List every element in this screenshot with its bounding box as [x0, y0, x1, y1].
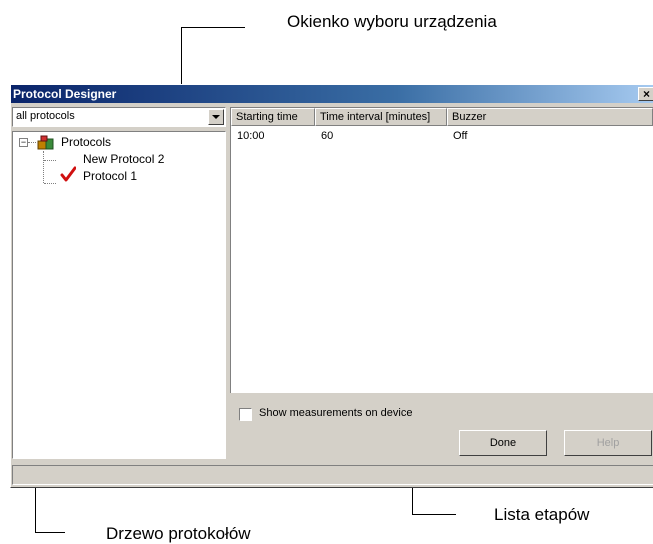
- cell-buzzer[interactable]: Off: [453, 130, 467, 142]
- show-measurements-checkbox[interactable]: [239, 408, 252, 421]
- callout-line-device-h: [181, 27, 245, 28]
- column-header-time-interval[interactable]: Time interval [minutes]: [315, 108, 447, 126]
- protocol-filter-select[interactable]: all protocols: [12, 107, 226, 127]
- tree-item-protocol-1[interactable]: Protocol 1: [83, 169, 137, 183]
- status-bar: [12, 465, 653, 485]
- cell-starting-time[interactable]: 10:00: [237, 130, 265, 142]
- step-list[interactable]: Starting time Time interval [minutes] Bu…: [230, 107, 653, 393]
- protocols-folder-icon: [37, 135, 54, 150]
- close-button[interactable]: ×: [638, 87, 653, 101]
- show-measurements-label: Show measurements on device: [259, 407, 413, 419]
- help-button[interactable]: Help: [564, 430, 652, 456]
- cell-time-interval[interactable]: 60: [321, 130, 333, 142]
- protocol-filter-value: all protocols: [16, 110, 75, 122]
- tree-connector: [44, 160, 56, 161]
- column-header-buzzer[interactable]: Buzzer: [447, 108, 653, 126]
- protocol-designer-window: Protocol Designer × all protocols − Prot…: [10, 84, 653, 488]
- red-checkmark-icon: [60, 166, 76, 182]
- column-header-starting-time[interactable]: Starting time: [231, 108, 315, 126]
- tree-item-new-protocol-2[interactable]: New Protocol 2: [83, 152, 164, 166]
- collapse-icon[interactable]: −: [19, 138, 28, 147]
- callout-protocol-tree: Drzewo protokołów: [106, 524, 251, 543]
- callout-step-list: Lista etapów: [494, 505, 590, 524]
- callout-line-steps-h: [412, 514, 456, 515]
- tree-root-label[interactable]: Protocols: [61, 135, 111, 149]
- tree-connector: [28, 142, 36, 143]
- chevron-down-icon[interactable]: [208, 109, 224, 125]
- title-bar[interactable]: Protocol Designer ×: [11, 85, 653, 103]
- window-title: Protocol Designer: [13, 87, 117, 101]
- done-button[interactable]: Done: [459, 430, 547, 456]
- protocol-tree[interactable]: − Protocols New Protocol 2 Protocol 1: [12, 131, 226, 459]
- close-icon: ×: [642, 87, 650, 101]
- callout-device-selector: Okienko wyboru urządzenia: [287, 12, 497, 31]
- tree-connector: [43, 151, 44, 183]
- tree-connector: [44, 183, 56, 184]
- callout-line-tree-h: [35, 532, 65, 533]
